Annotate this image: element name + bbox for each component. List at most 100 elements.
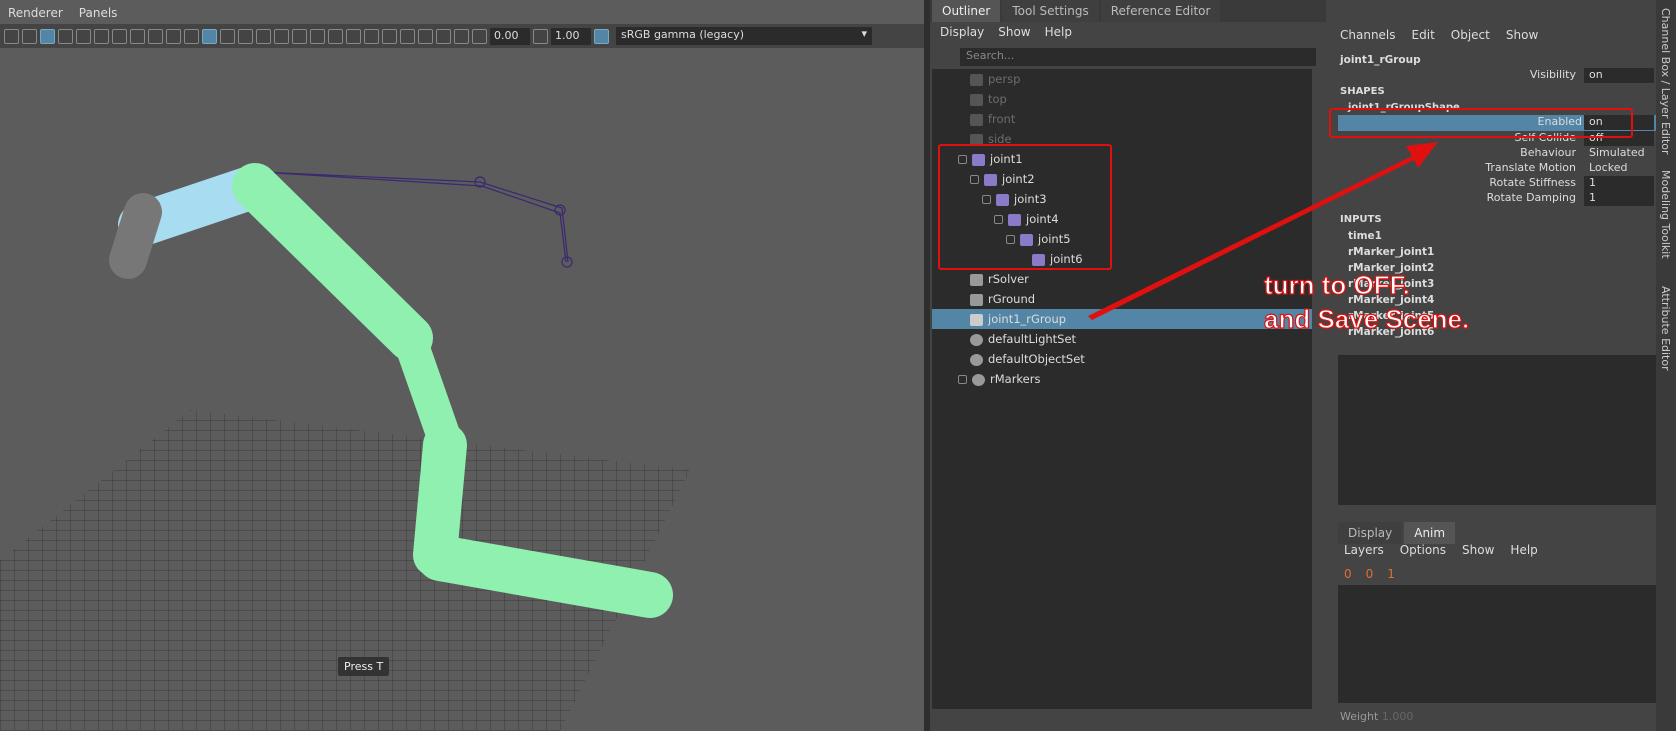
side-tab-modeling-toolkit[interactable]: Modeling Toolkit bbox=[1659, 170, 1672, 259]
set-icon bbox=[972, 373, 985, 386]
menu-display[interactable]: Display bbox=[940, 25, 984, 39]
shapes-header: SHAPES bbox=[1340, 86, 1385, 97]
film-gate-icon[interactable] bbox=[76, 28, 91, 44]
select-tool-icon[interactable] bbox=[4, 28, 19, 44]
shadows-icon[interactable] bbox=[292, 28, 307, 44]
resolution-gate-icon[interactable] bbox=[94, 28, 109, 44]
menu-edit[interactable]: Edit bbox=[1412, 28, 1435, 42]
lighting-icon[interactable] bbox=[274, 28, 289, 44]
weight-row: Weight 1.000 bbox=[1340, 710, 1413, 723]
menu-channels[interactable]: Channels bbox=[1340, 28, 1396, 42]
color-space-dropdown[interactable]: sRGB gamma (legacy) ▾ bbox=[616, 27, 872, 45]
gamma-field[interactable]: 1.00 bbox=[551, 27, 591, 45]
attr-rotate-stiffness[interactable]: Rotate Stiffness 1 bbox=[1332, 176, 1656, 192]
annotation-line-2: and Save Scene. bbox=[1263, 303, 1470, 334]
color-management-icon[interactable] bbox=[594, 28, 609, 44]
list-item[interactable]: defaultObjectSet bbox=[932, 349, 1312, 369]
tab-outliner[interactable]: Outliner bbox=[932, 0, 1001, 22]
outliner-panel: Outliner Tool Settings Reference Editor … bbox=[930, 0, 1326, 731]
expand-icon[interactable] bbox=[958, 375, 967, 384]
annotation-text: turn to OFF. and Save Scene. bbox=[1263, 268, 1470, 336]
ambient-occlusion-icon[interactable] bbox=[310, 28, 325, 44]
list-item[interactable]: defaultLightSet bbox=[932, 329, 1312, 349]
annotation-box-joints bbox=[938, 144, 1112, 270]
counter-1[interactable]: 0 bbox=[1366, 567, 1374, 581]
paint-tool-icon[interactable] bbox=[40, 28, 55, 44]
weight-label: Weight bbox=[1340, 710, 1379, 723]
side-tab-attribute-editor[interactable]: Attribute Editor bbox=[1659, 286, 1672, 371]
tab-display[interactable]: Display bbox=[1338, 522, 1403, 544]
menu-object[interactable]: Object bbox=[1451, 28, 1490, 42]
grid-icon[interactable] bbox=[58, 28, 73, 44]
input-item[interactable]: rMarker_joint1 bbox=[1348, 246, 1434, 258]
menu-options[interactable]: Options bbox=[1400, 543, 1446, 557]
antialias-icon[interactable] bbox=[346, 28, 361, 44]
channel-box-menubar: Channels Edit Object Show bbox=[1340, 28, 1538, 42]
field-chart-icon[interactable] bbox=[148, 28, 163, 44]
text-icon[interactable] bbox=[166, 28, 181, 44]
menu-layers[interactable]: Layers bbox=[1344, 543, 1384, 557]
counter-2[interactable]: 1 bbox=[1387, 567, 1395, 581]
input-item[interactable]: time1 bbox=[1348, 230, 1382, 242]
exposure-field[interactable]: 0.00 bbox=[490, 27, 530, 45]
side-tab-channel-box[interactable]: Channel Box / Layer Editor bbox=[1659, 8, 1672, 155]
outliner-search-input[interactable]: Search... bbox=[960, 48, 1316, 66]
list-item-selected[interactable]: joint1_rGroup bbox=[932, 309, 1312, 329]
viewport-toolbar: 0.00 1.00 sRGB gamma (legacy) ▾ bbox=[0, 24, 924, 48]
menu-show[interactable]: Show bbox=[1506, 28, 1538, 42]
limb-segment[interactable] bbox=[232, 163, 433, 361]
camera-attributes-icon[interactable] bbox=[436, 28, 451, 44]
counter-0[interactable]: 0 bbox=[1344, 567, 1352, 581]
tab-tool-settings[interactable]: Tool Settings bbox=[1002, 0, 1099, 22]
layer-list-area[interactable] bbox=[1338, 585, 1656, 703]
depth-of-field-icon[interactable] bbox=[364, 28, 379, 44]
attr-rotate-damping[interactable]: Rotate Damping 1 bbox=[1332, 191, 1656, 207]
solver-icon bbox=[970, 273, 983, 286]
tab-reference-editor[interactable]: Reference Editor bbox=[1100, 0, 1221, 22]
textured-icon[interactable] bbox=[256, 28, 271, 44]
group-icon bbox=[970, 313, 983, 326]
list-item[interactable]: front bbox=[932, 109, 1312, 129]
camera-icon bbox=[970, 73, 983, 86]
camera-icon[interactable] bbox=[112, 28, 127, 44]
set-icon bbox=[970, 333, 983, 346]
list-item[interactable]: rMarkers bbox=[932, 369, 1312, 389]
list-item[interactable]: rGround bbox=[932, 289, 1312, 309]
attr-translate-motion[interactable]: Translate Motion Locked bbox=[1332, 161, 1656, 177]
shaded-icon[interactable] bbox=[202, 28, 217, 44]
isolate-icon[interactable] bbox=[382, 28, 397, 44]
annotation-box-enabled bbox=[1329, 108, 1633, 138]
ground-icon bbox=[970, 293, 983, 306]
viewport-panel[interactable]: Renderer Panels 0.00 1.00 sRGB gamma (le… bbox=[0, 0, 924, 731]
motion-blur-icon[interactable] bbox=[328, 28, 343, 44]
lasso-tool-icon[interactable] bbox=[22, 28, 37, 44]
xray-icon[interactable] bbox=[238, 28, 253, 44]
press-t-hint: Press T bbox=[338, 657, 390, 676]
gamma-icon[interactable] bbox=[533, 28, 548, 44]
attr-visibility[interactable]: Visibility on bbox=[1332, 68, 1656, 84]
attr-behaviour[interactable]: Behaviour Simulated bbox=[1332, 146, 1656, 162]
xray-joints-icon[interactable] bbox=[400, 28, 415, 44]
list-item[interactable]: rSolver bbox=[932, 269, 1312, 289]
overscan-icon[interactable] bbox=[130, 28, 145, 44]
color-space-value: sRGB gamma (legacy) bbox=[621, 28, 745, 41]
list-item[interactable]: top bbox=[932, 89, 1312, 109]
weight-value[interactable]: 1.000 bbox=[1382, 710, 1414, 723]
set-icon bbox=[970, 353, 983, 366]
wireframe-icon[interactable] bbox=[184, 28, 199, 44]
annotation-line-1: turn to OFF. bbox=[1263, 269, 1410, 300]
list-item[interactable]: persp bbox=[932, 69, 1312, 89]
menu-help[interactable]: Help bbox=[1045, 25, 1072, 39]
exposure-icon[interactable] bbox=[472, 28, 487, 44]
xray-active-icon[interactable] bbox=[418, 28, 433, 44]
menu-show[interactable]: Show bbox=[998, 25, 1030, 39]
menu-show[interactable]: Show bbox=[1462, 543, 1494, 557]
inputs-header: INPUTS bbox=[1340, 214, 1382, 225]
tab-anim[interactable]: Anim bbox=[1404, 522, 1456, 544]
bookmark-icon[interactable] bbox=[454, 28, 469, 44]
menu-help[interactable]: Help bbox=[1510, 543, 1537, 557]
wireframe-on-shaded-icon[interactable] bbox=[220, 28, 235, 44]
viewport-scene[interactable] bbox=[0, 0, 924, 731]
node-name: joint1_rGroup bbox=[1340, 54, 1421, 66]
chevron-down-icon: ▾ bbox=[861, 27, 867, 40]
